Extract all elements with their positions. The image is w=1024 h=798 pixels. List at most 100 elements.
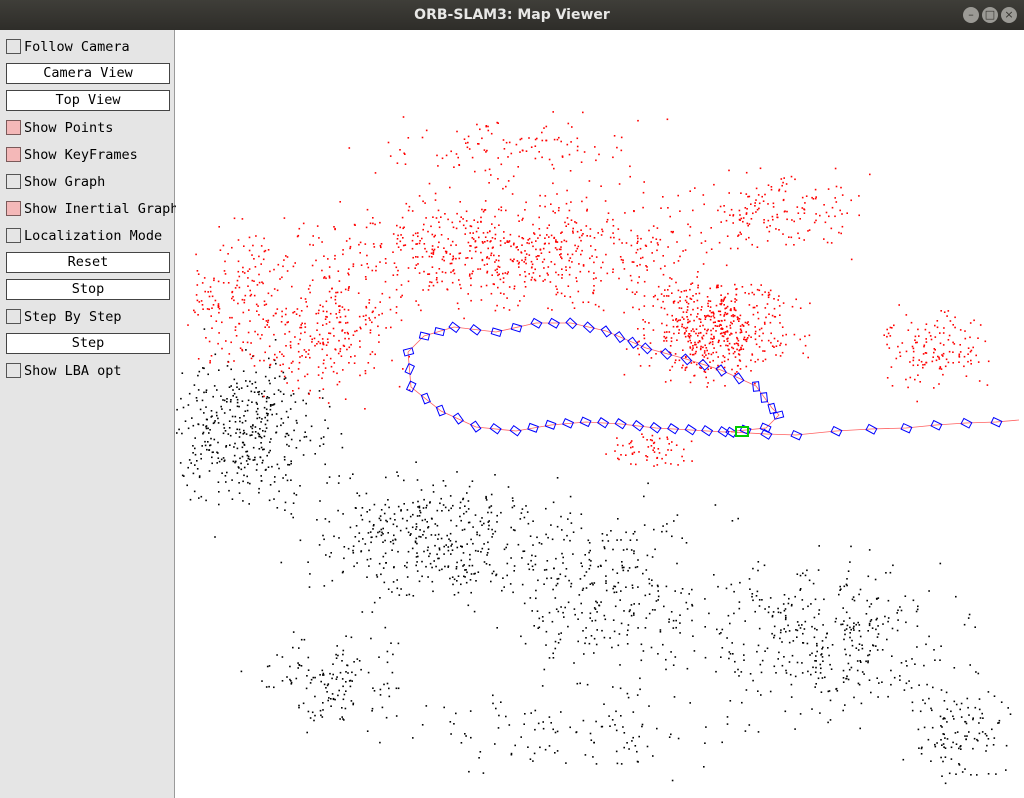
map-point (666, 313, 669, 316)
map-point (554, 597, 557, 599)
map-point (205, 427, 208, 430)
map-point (317, 340, 320, 343)
map-point (839, 585, 841, 588)
map-point (282, 477, 284, 479)
map-point (282, 363, 284, 366)
map-point (492, 702, 494, 705)
map-point (805, 195, 808, 197)
map-point (686, 301, 688, 304)
map-point (333, 535, 335, 538)
map-view-canvas[interactable] (176, 30, 1024, 798)
map-point (425, 537, 427, 539)
map-point (380, 534, 383, 537)
camera-view-button[interactable]: Camera View (6, 63, 170, 84)
map-point (243, 415, 245, 417)
map-point (382, 555, 385, 558)
map-point (713, 347, 715, 349)
map-point (734, 301, 736, 303)
map-point (595, 720, 597, 723)
map-point (392, 539, 394, 542)
map-point (704, 240, 707, 242)
map-point (304, 326, 307, 328)
map-point (803, 212, 806, 214)
map-point (455, 525, 458, 527)
map-point (849, 626, 851, 629)
map-point (816, 629, 818, 631)
map-point (665, 336, 668, 339)
stop-button[interactable]: Stop (6, 279, 170, 300)
map-point (513, 242, 515, 245)
top-view-button[interactable]: Top View (6, 90, 170, 111)
checkbox-icon[interactable] (6, 228, 21, 243)
map-point (462, 565, 464, 567)
map-point (666, 118, 669, 121)
map-point (918, 747, 920, 749)
map-point (934, 743, 936, 746)
map-point (955, 595, 957, 598)
map-point (691, 460, 693, 462)
map-point (796, 629, 799, 632)
close-icon[interactable]: × (1001, 7, 1017, 23)
reset-button[interactable]: Reset (6, 252, 170, 273)
map-point (561, 552, 563, 555)
map-point (406, 576, 409, 578)
map-point (251, 279, 254, 282)
checkbox-icon[interactable] (6, 39, 21, 54)
map-point (731, 520, 734, 522)
map-point (617, 518, 619, 520)
map-point (923, 664, 925, 667)
title-bar[interactable]: ORB-SLAM3: Map Viewer – □ × (0, 0, 1024, 30)
map-point (938, 356, 940, 359)
map-point (373, 601, 376, 604)
map-point (208, 295, 211, 298)
checkbox-icon[interactable] (6, 309, 21, 324)
map-point (399, 240, 402, 243)
map-point (727, 358, 729, 361)
map-point (827, 690, 830, 693)
map-point (750, 359, 752, 362)
map-point (260, 480, 263, 482)
checkbox-icon[interactable] (6, 363, 21, 378)
map-point (672, 627, 675, 629)
map-point (538, 626, 541, 629)
map-point (570, 585, 572, 588)
map-point (676, 326, 678, 328)
map-point (328, 277, 331, 279)
map-point (262, 430, 264, 432)
checkbox-icon[interactable] (6, 201, 21, 216)
map-point (818, 613, 820, 615)
map-point (804, 344, 807, 347)
map-point (239, 431, 242, 434)
map-point (775, 228, 777, 230)
map-point (506, 543, 509, 546)
map-point (584, 754, 587, 756)
map-point (773, 337, 776, 340)
map-point (480, 221, 482, 223)
map-point (502, 139, 505, 141)
map-point (210, 410, 213, 412)
map-point (723, 340, 725, 342)
map-point (553, 237, 555, 239)
map-point (601, 539, 604, 542)
checkbox-icon[interactable] (6, 120, 21, 135)
map-point (574, 221, 576, 223)
map-point (899, 355, 902, 357)
map-point (193, 309, 195, 312)
map-point (740, 217, 743, 220)
map-render[interactable] (176, 30, 1024, 798)
map-point (840, 186, 842, 189)
map-point (719, 323, 721, 326)
map-point (460, 216, 462, 218)
step-button[interactable]: Step (6, 333, 170, 354)
map-point (423, 498, 425, 501)
checkbox-icon[interactable] (6, 147, 21, 162)
map-point (305, 435, 308, 438)
maximize-icon[interactable]: □ (982, 7, 998, 23)
map-point (802, 572, 804, 575)
checkbox-icon[interactable] (6, 174, 21, 189)
map-point (202, 308, 204, 310)
minimize-icon[interactable]: – (963, 7, 979, 23)
map-point (623, 311, 625, 314)
map-point (674, 656, 677, 658)
map-point (330, 296, 332, 299)
